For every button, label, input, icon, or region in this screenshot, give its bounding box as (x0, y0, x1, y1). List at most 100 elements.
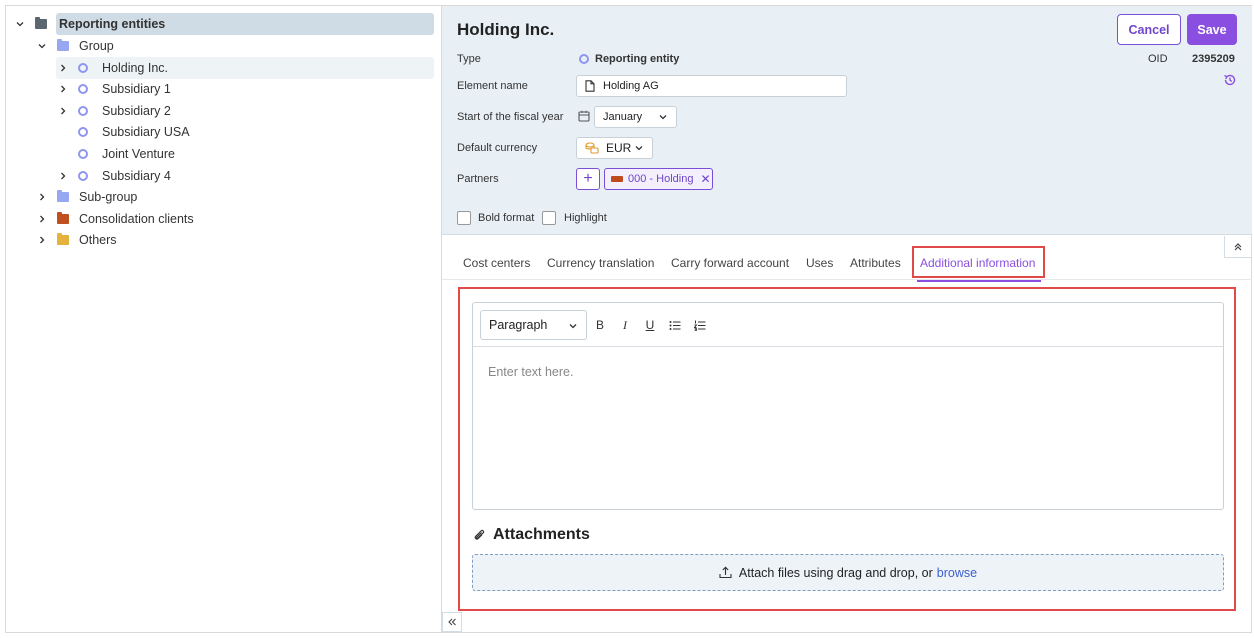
chevron-right-icon[interactable] (35, 212, 49, 226)
paragraph-style-value: Paragraph (489, 318, 548, 332)
upload-icon (719, 566, 732, 579)
chevron-down-icon (659, 115, 667, 120)
chevron-right-icon[interactable] (56, 104, 70, 118)
type-label: Type (457, 53, 481, 65)
partners-label: Partners (457, 173, 499, 185)
tree-node-subsidiary-2[interactable]: Subsidiary 2 (56, 100, 171, 122)
element-name-field[interactable]: Holding AG (576, 75, 847, 97)
type-value-text: Reporting entity (595, 53, 680, 65)
tree-node-label: Sub-group (79, 190, 138, 204)
partner-color-swatch (611, 176, 623, 182)
tab-attributes[interactable]: Attributes (850, 256, 901, 270)
tree-node-label: Others (79, 233, 117, 247)
tree-node-label: Group (79, 39, 114, 53)
tree-node-joint-venture[interactable]: Joint Venture (70, 143, 175, 165)
entity-icon (78, 127, 88, 137)
history-icon[interactable] (1223, 73, 1237, 87)
chevron-right-icon[interactable] (35, 233, 49, 247)
tabs-divider (442, 279, 1252, 280)
tree-node-holding-inc[interactable]: Holding Inc. (56, 57, 434, 79)
tree-node-others[interactable]: Others (35, 229, 117, 251)
highlight-checkbox[interactable] (542, 211, 556, 225)
tab-currency-translation[interactable]: Currency translation (547, 256, 654, 270)
bold-format-label: Bold format (478, 212, 535, 224)
browse-link[interactable]: browse (937, 566, 977, 580)
bold-button[interactable]: B (593, 318, 607, 332)
calendar-icon (578, 110, 590, 122)
fiscal-year-value: January (603, 111, 643, 123)
tab-highlight-box (912, 246, 1045, 278)
tree-node-consolidation-clients[interactable]: Consolidation clients (35, 208, 194, 230)
attachment-dropzone[interactable]: Attach files using drag and drop, or bro… (472, 554, 1224, 591)
cancel-button[interactable]: Cancel (1117, 14, 1181, 45)
active-tab-indicator (917, 280, 1041, 282)
chevron-down-icon[interactable] (13, 17, 27, 31)
chevrons-up-icon (1234, 242, 1242, 250)
tree-root-toggle[interactable] (13, 13, 27, 35)
italic-button[interactable]: I (618, 318, 632, 332)
tab-uses[interactable]: Uses (806, 256, 833, 270)
tab-cost-centers[interactable]: Cost centers (463, 256, 530, 270)
document-icon (585, 80, 595, 92)
dropzone-text: Attach files using drag and drop, or (738, 565, 933, 580)
tree-node-label: Subsidiary USA (102, 125, 190, 139)
italic-button-label: I (623, 317, 627, 332)
partner-chip-label: 000 - Holding (628, 173, 694, 185)
entity-icon (78, 63, 88, 73)
tree-node-label: Subsidiary 1 (102, 82, 171, 96)
tree-node-label: Subsidiary 2 (102, 104, 171, 118)
tree-node-label: Holding Inc. (102, 61, 169, 75)
coins-icon (585, 142, 599, 154)
tree-node-sub-group[interactable]: Sub-group (35, 186, 137, 208)
element-name-value: Holding AG (603, 80, 659, 92)
paperclip-icon (474, 529, 485, 540)
details-panel: Holding Inc. Cancel Save OID 2395209 Typ… (442, 5, 1252, 633)
tree-node-group[interactable]: Group (35, 35, 114, 57)
bold-format-checkbox[interactable] (457, 211, 471, 225)
highlight-label: Highlight (564, 212, 607, 224)
chevron-right-icon[interactable] (56, 82, 70, 96)
tree-node-subsidiary-1[interactable]: Subsidiary 1 (56, 78, 171, 100)
chevron-right-icon[interactable] (35, 190, 49, 204)
entity-icon (579, 54, 589, 64)
element-name-label: Element name (457, 80, 528, 92)
currency-value: EUR (606, 141, 632, 155)
tree-node-subsidiary-usa[interactable]: Subsidiary USA (70, 121, 190, 143)
tree-node-label: Consolidation clients (79, 212, 194, 226)
chevron-right-icon[interactable] (56, 169, 70, 183)
rich-text-editor[interactable]: Paragraph B I U Enter text here. (472, 302, 1224, 510)
chevron-right-icon[interactable] (56, 61, 70, 75)
page-title: Holding Inc. (457, 20, 555, 39)
tree-root-label: Reporting entities (59, 17, 166, 31)
chevron-down-icon (635, 146, 643, 151)
numbered-list-button[interactable] (693, 318, 707, 332)
tree-node-label: Subsidiary 4 (102, 169, 171, 183)
editor-toolbar: Paragraph B I U (473, 303, 1223, 347)
tree-node-subsidiary-4[interactable]: Subsidiary 4 (56, 165, 171, 187)
entity-icon (78, 149, 88, 159)
chevron-down-icon (569, 324, 577, 329)
add-partner-button[interactable]: + (576, 168, 600, 190)
fiscal-year-select[interactable]: January (594, 106, 677, 128)
fiscal-year-label: Start of the fiscal year (457, 111, 564, 123)
chevron-down-icon[interactable] (35, 39, 49, 53)
currency-select[interactable]: EUR (576, 137, 653, 159)
collapse-form-button[interactable] (1224, 236, 1252, 258)
tree-node-root-overlay[interactable]: Reporting entities (28, 13, 434, 35)
oid-label: OID (1148, 53, 1168, 65)
attachments-title: Attachments (493, 526, 590, 543)
paragraph-style-select[interactable]: Paragraph (480, 310, 587, 340)
editor-placeholder: Enter text here. (488, 365, 574, 379)
save-button[interactable]: Save (1187, 14, 1237, 45)
underline-button[interactable]: U (643, 318, 657, 332)
collapse-tree-button[interactable] (442, 612, 462, 632)
partner-chip[interactable]: 000 - Holding ✕ (604, 168, 713, 190)
folder-icon (57, 39, 69, 51)
tree-node-label: Joint Venture (102, 147, 175, 161)
entity-icon (78, 171, 88, 181)
entity-form: Holding Inc. Cancel Save OID 2395209 Typ… (442, 6, 1252, 235)
bullet-list-button[interactable] (668, 318, 682, 332)
tab-carry-forward-account[interactable]: Carry forward account (671, 256, 789, 270)
entity-icon (78, 84, 88, 94)
close-icon[interactable]: ✕ (700, 172, 710, 186)
